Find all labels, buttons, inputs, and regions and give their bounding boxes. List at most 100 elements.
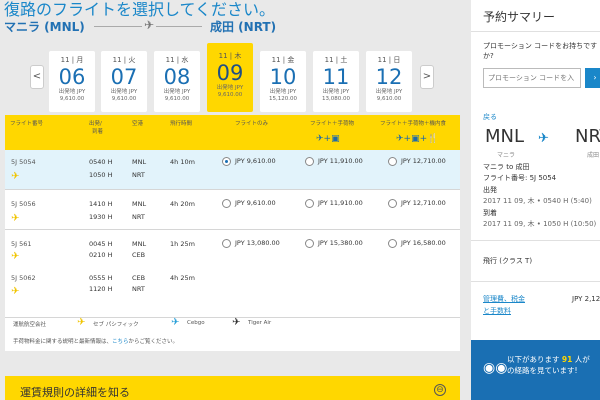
date-card-11[interactable]: 11 | 土 11 出発地 JPY 13,080.00	[313, 51, 359, 112]
depart-time: 0540 H	[89, 158, 113, 166]
flight-row-5J5054[interactable]: 5J 5054 ✈ 0540 H 1050 H MNL NRT 4h 10m J…	[5, 150, 460, 190]
page-title: 復路のフライトを選択してください。	[4, 0, 276, 19]
fare-radio-flight-baggage-meal[interactable]	[388, 239, 397, 248]
fare-radio-flight-only[interactable]	[222, 157, 231, 166]
baggage-info-link[interactable]: こちら	[112, 339, 129, 345]
baggage-note-prefix: 手荷物料金に関する説明と最新情報は、	[13, 339, 113, 345]
arrive-time: 1050 H	[89, 171, 113, 179]
viewers-text-prefix: 以下があります	[507, 355, 560, 364]
date-price: 9,610.00	[59, 96, 85, 102]
arrive-airport: NRT	[132, 285, 145, 293]
fare-radio-flight-baggage-meal[interactable]	[388, 157, 397, 166]
depart-time: 0555 H	[89, 274, 113, 282]
cebu-pacific-plane-icon: ✈	[11, 213, 20, 224]
date-price-label: 出発地 JPY	[163, 89, 191, 95]
collapse-icon[interactable]: ⊖	[434, 384, 446, 396]
flight-row-5J561-5J5062[interactable]: 5J 561 ✈ 0045 H 0210 H MNL CEB 1h 25m 5J…	[5, 230, 460, 318]
baggage-meal-icon: ✈+▣+🍴	[396, 134, 439, 144]
depart-airport: CEB	[132, 274, 146, 282]
header-flight-baggage-meal: フライト＋手荷物＋機内食	[380, 121, 447, 127]
binoculars-icon: ◉◉	[483, 360, 508, 376]
fare-price-flight-baggage-meal: JPY 16,580.00	[401, 239, 446, 247]
airline-name: セブ パシフィック	[93, 322, 139, 328]
divider	[471, 31, 600, 32]
plane-icon: ✈	[142, 18, 157, 32]
depart-airport: MNL	[132, 158, 147, 166]
date-price-label: 出発地 JPY	[375, 89, 403, 95]
next-dates-button[interactable]: >	[420, 65, 434, 89]
flight-duration: 4h 20m	[170, 200, 195, 208]
date-price: 9,610.00	[376, 96, 402, 102]
date-card-12[interactable]: 11 | 日 12 出発地 JPY 9,610.00	[366, 51, 412, 112]
fare-price-flight-baggage: JPY 11,910.00	[318, 157, 363, 165]
fare-class: 飛行 (クラス T)	[483, 257, 533, 265]
date-header: 11 | 水	[165, 56, 189, 64]
fare-rules-toggle[interactable]: 運賃規則の詳細を知る ⊖	[5, 376, 460, 400]
table-header: フライト番号 出発/ 到着 空港 飛行時間 フライトのみ フライト＋手荷物 フラ…	[5, 115, 460, 150]
date-price-label: 出発地 JPY	[269, 89, 297, 95]
return-label: 戻る	[483, 113, 497, 121]
route-text: マニラ to 成田	[483, 163, 530, 171]
date-card-07[interactable]: 11 | 火 07 出発地 JPY 9,610.00	[101, 51, 147, 112]
fare-price-flight-only: JPY 9,610.00	[235, 157, 276, 165]
divider	[471, 281, 600, 282]
promo-code-input[interactable]	[483, 68, 581, 88]
previous-dates-button[interactable]: <	[30, 65, 44, 89]
fare-price-flight-baggage: JPY 11,910.00	[318, 199, 363, 207]
arrive-airport: CEB	[132, 251, 146, 259]
arrive-value: 2017 11 09, 木 • 1050 H (10:50)	[483, 220, 597, 228]
depart-label: 出発	[483, 186, 497, 194]
date-card-10[interactable]: 11 | 金 10 出発地 JPY 15,120.00	[260, 51, 306, 112]
date-day: 11	[322, 65, 350, 89]
fare-radio-flight-only[interactable]	[222, 199, 231, 208]
booking-summary-panel: 予約サマリー プロモーション コードをお持ちです か? › 戻る MNL マニラ…	[471, 0, 600, 400]
cebu-pacific-plane-icon: ✈	[11, 171, 20, 182]
flight-duration: 1h 25m	[170, 240, 195, 248]
airline-name: Cebgo	[187, 320, 205, 326]
cebgo-legend-icon: ✈	[171, 317, 180, 328]
date-card-08[interactable]: 11 | 水 08 出発地 JPY 9,610.00	[154, 51, 200, 112]
promo-submit-button[interactable]: ›	[585, 68, 600, 88]
date-header: 11 | 土	[324, 56, 348, 64]
header-flight-number: フライト番号	[10, 121, 44, 127]
header-arrive: 到着	[92, 129, 104, 135]
fees-link[interactable]: 管理費、税金	[483, 295, 525, 304]
fare-radio-flight-only[interactable]	[222, 239, 231, 248]
date-card-09-selected[interactable]: 11 | 木 09 出発地 JPY 9,610.00	[207, 43, 253, 112]
divider	[471, 240, 600, 241]
promo-prompt-cont: か?	[483, 52, 494, 60]
flight-duration: 4h 10m	[170, 158, 195, 166]
date-header: 11 | 金	[271, 56, 295, 64]
cebgo-plane-icon: ✈	[11, 251, 20, 262]
arrive-time: 0210 H	[89, 251, 113, 259]
cebu-pacific-legend-icon: ✈	[77, 317, 86, 328]
viewers-text-suffix: 人が	[574, 355, 590, 364]
depart-time: 1410 H	[89, 200, 113, 208]
airline-name: Tiger Air	[248, 320, 272, 326]
date-day: 08	[163, 65, 191, 89]
fare-radio-flight-baggage-meal[interactable]	[388, 199, 397, 208]
date-day: 09	[216, 61, 244, 85]
fees-value: JPY 2,12	[572, 295, 600, 303]
viewers-banner: ◉◉ 以下があります 91 人が の経路を見ています!	[471, 340, 600, 400]
fare-radio-flight-baggage[interactable]	[305, 199, 314, 208]
summary-title: 予約サマリー	[483, 10, 556, 24]
destination-city: 成田	[587, 152, 600, 159]
header-flight-only: フライトのみ	[235, 121, 269, 127]
flight-row-5J5056[interactable]: 5J 5056 ✈ 1410 H 1930 H MNL NRT 4h 20m J…	[5, 190, 460, 230]
date-day: 10	[269, 65, 297, 89]
fare-radio-flight-baggage[interactable]	[305, 157, 314, 166]
fare-rules-label: 運賃規則の詳細を知る	[20, 386, 130, 399]
origin-code: MNL	[485, 126, 525, 147]
fare-radio-flight-baggage[interactable]	[305, 239, 314, 248]
viewers-text: 以下があります 91 人が の経路を見ています!	[507, 354, 590, 376]
baggage-icon: ✈+▣	[316, 134, 340, 144]
header-flight-baggage: フライト＋手荷物	[310, 121, 355, 127]
fees-link-cont[interactable]: と手数料	[483, 307, 511, 316]
operating-airline-label: 運航航空会社	[13, 322, 47, 328]
fare-price-flight-only: JPY 13,080.00	[235, 239, 280, 247]
arrive-time: 1120 H	[89, 285, 113, 293]
cebu-pacific-plane-icon: ✈	[11, 286, 20, 297]
date-card-06[interactable]: 11 | 月 06 出発地 JPY 9,610.00	[49, 51, 95, 112]
viewers-text-line2: の経路を見ています!	[507, 366, 578, 375]
